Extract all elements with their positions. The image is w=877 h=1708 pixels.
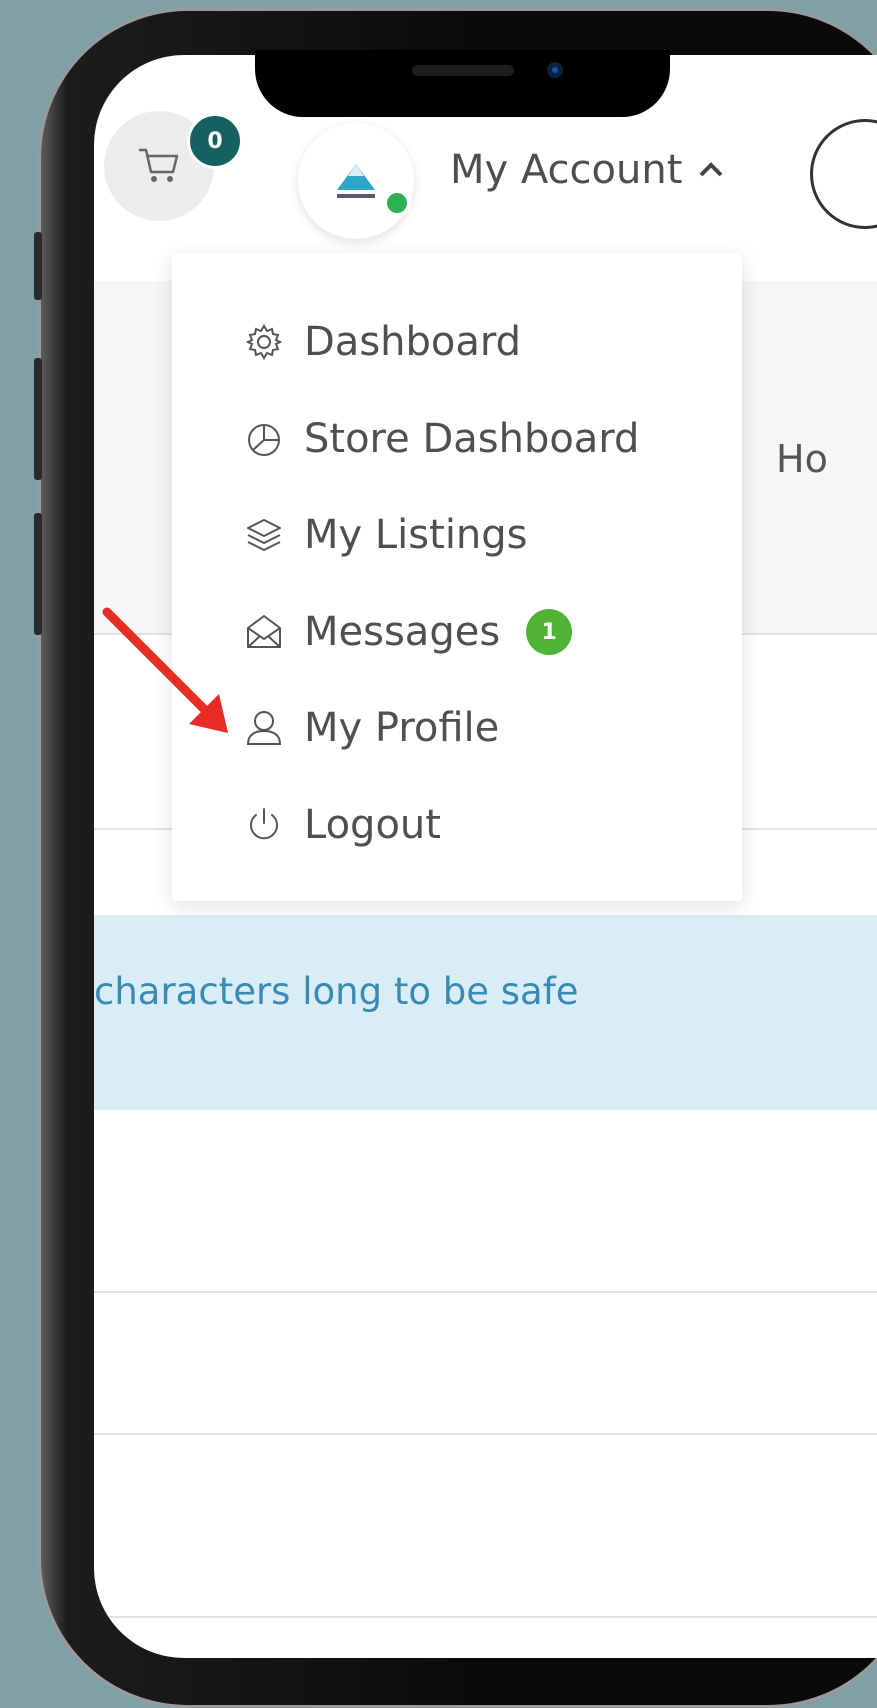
cart-count-badge: 0	[187, 113, 243, 169]
annotation-arrow	[102, 607, 228, 733]
password-alert: characters long to be safe	[94, 915, 877, 1110]
phone-side-button-volume-up	[34, 358, 42, 480]
layers-icon	[242, 513, 286, 557]
menu-item-label: Messages	[304, 609, 501, 655]
pie-chart-icon	[242, 417, 286, 461]
envelope-open-icon	[242, 610, 286, 654]
my-account-toggle[interactable]: My Account	[450, 140, 724, 200]
partial-nav-text: Ho	[776, 437, 828, 481]
message-count-badge: 1	[526, 609, 573, 655]
chevron-up-icon	[699, 162, 723, 177]
front-camera	[547, 62, 563, 78]
form-divider	[94, 1616, 877, 1618]
account-dropdown-menu: Dashboard Store Dashboard My Listings Me…	[172, 253, 742, 901]
menu-item-label: My Profile	[304, 705, 500, 751]
cart-icon	[139, 148, 179, 182]
avatar[interactable]	[298, 123, 414, 239]
phone-notch	[255, 50, 670, 117]
account-label: My Account	[450, 147, 683, 193]
phone-screen: Ho characters long to be safe 0 My Accou…	[94, 55, 877, 1658]
menu-item-my-profile[interactable]: My Profile	[242, 693, 499, 763]
speaker-grille	[412, 65, 514, 76]
store-logo-icon	[337, 164, 375, 198]
alert-text: characters long to be safe	[94, 970, 579, 1013]
menu-item-label: Logout	[304, 802, 441, 848]
menu-toggle-button[interactable]	[810, 119, 877, 229]
menu-item-logout[interactable]: Logout	[242, 790, 441, 860]
menu-item-label: My Listings	[304, 512, 528, 558]
form-divider	[94, 1291, 877, 1293]
menu-item-label: Dashboard	[304, 319, 522, 365]
menu-item-label: Store Dashboard	[304, 416, 640, 462]
menu-item-messages[interactable]: Messages 1	[242, 597, 573, 667]
menu-item-dashboard[interactable]: Dashboard	[242, 307, 521, 377]
user-icon	[242, 706, 286, 750]
gear-icon	[242, 320, 286, 364]
power-icon	[242, 803, 286, 847]
menu-item-store-dashboard[interactable]: Store Dashboard	[242, 404, 639, 474]
phone-side-button-volume-down	[34, 513, 42, 635]
online-status-dot	[383, 189, 411, 217]
form-divider	[94, 1433, 877, 1435]
menu-item-my-listings[interactable]: My Listings	[242, 500, 528, 570]
phone-side-button-mute	[34, 232, 42, 300]
